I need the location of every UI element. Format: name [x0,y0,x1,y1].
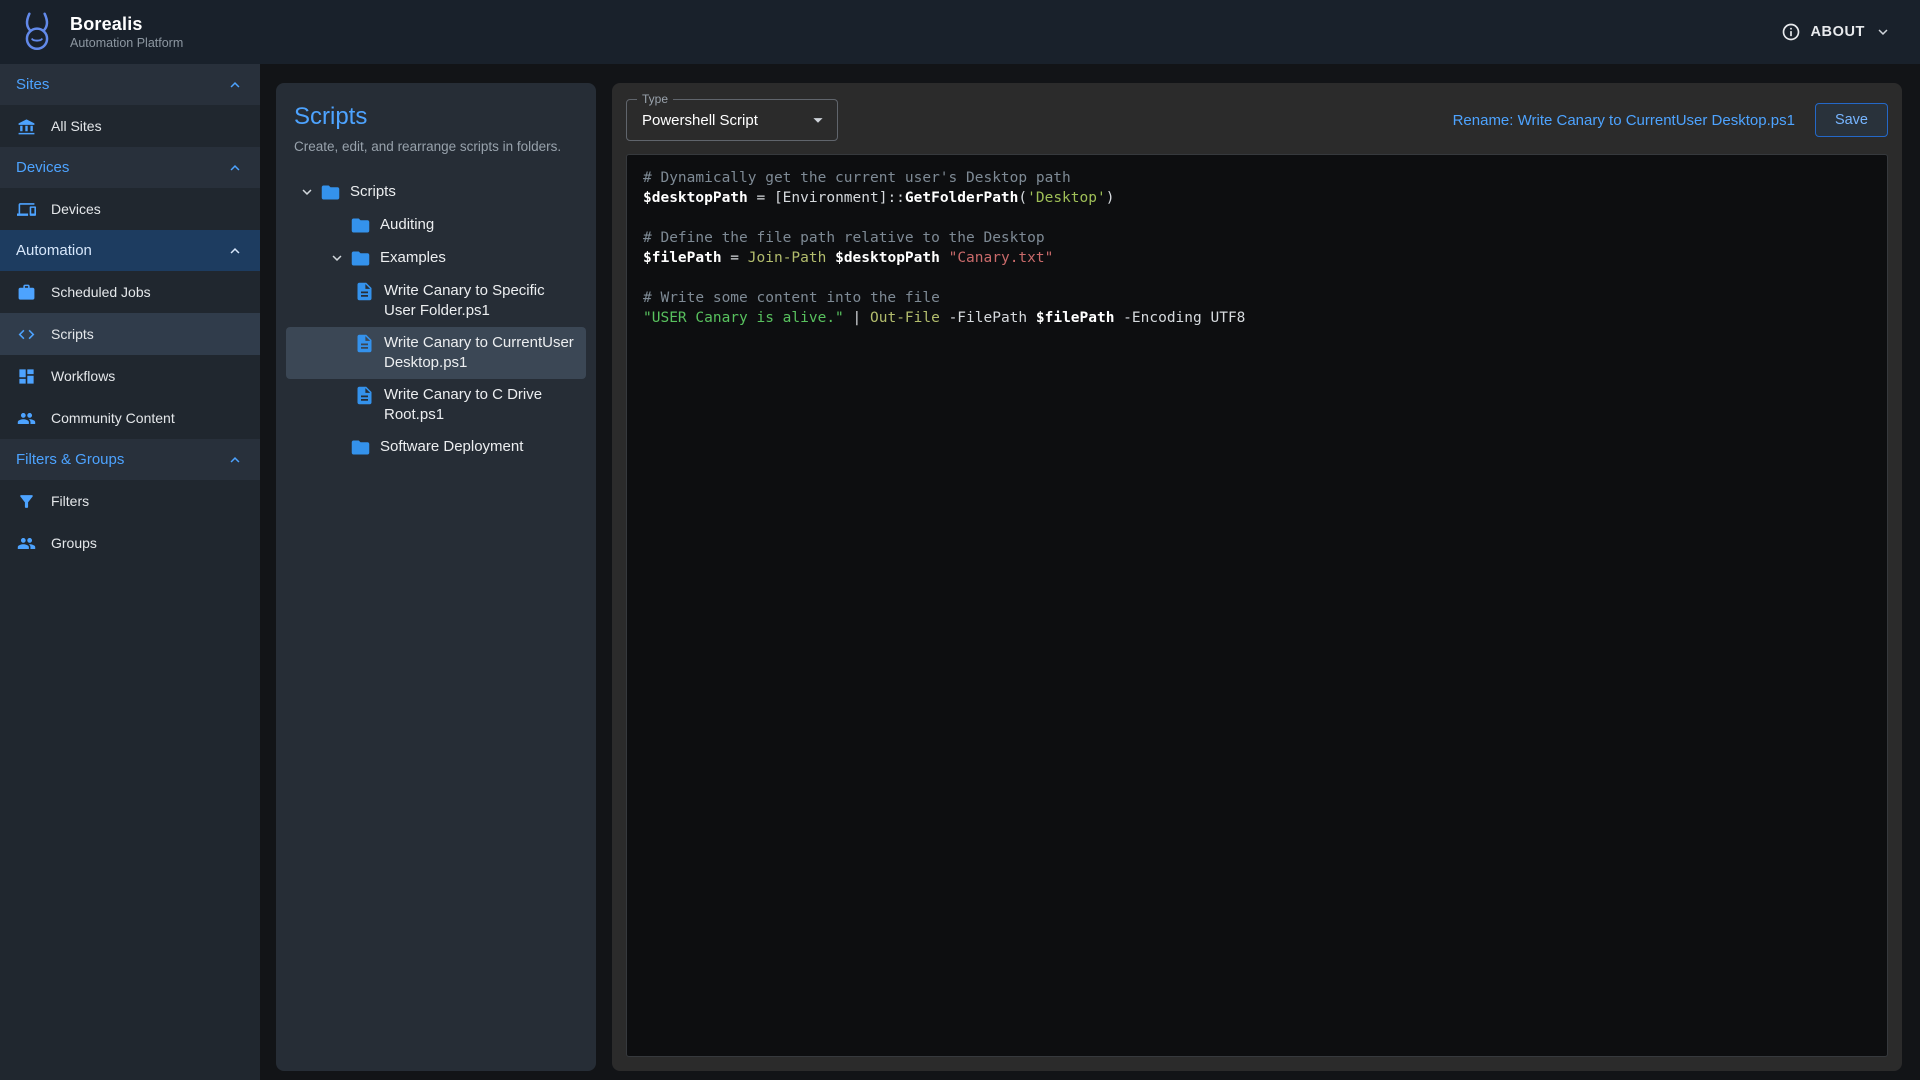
sidebar-item-filters[interactable]: Filters [0,480,260,522]
sidebar-item-label: Community Content [51,410,175,426]
section-header-automation[interactable]: Automation [0,230,260,271]
script-type-select[interactable]: Type Powershell Script [626,99,838,141]
select-arrow-icon [807,109,829,131]
section-label: Sites [16,76,49,93]
rename-link[interactable]: Rename: Write Canary to CurrentUser Desk… [1453,112,1795,129]
code-line: "USER Canary is alive." | Out-File -File… [627,308,1887,328]
tree-item-label: Scripts [350,182,396,202]
sidebar-item-community-content[interactable]: Community Content [0,397,260,439]
borealis-logo [14,9,60,55]
scripts-tree: Scripts Auditing Examples Write Canary to S… [286,176,586,464]
topbar: Borealis Automation Platform ABOUT [0,0,1920,64]
sidebar-item-label: Scripts [51,326,94,342]
scripts-panel: Scripts Create, edit, and rearrange scri… [276,83,596,1071]
sidebar-item-label: All Sites [51,118,102,134]
type-select-value: Powershell Script [642,112,758,129]
tree-file-write-canary-to-c-drive-root-ps1[interactable]: Write Canary to C Drive Root.ps1 [286,379,586,431]
folder-icon [320,182,341,203]
brand-title: Borealis [70,14,183,35]
code-line: # Dynamically get the current user's Des… [627,168,1887,188]
tree-file-write-canary-to-currentuser-desktop-ps1[interactable]: Write Canary to CurrentUser Desktop.ps1 [286,327,586,379]
about-menu[interactable]: ABOUT [1781,22,1892,42]
sidebar-item-label: Groups [51,535,97,551]
folder-icon [350,437,371,458]
sidebar-item-all-sites[interactable]: All Sites [0,105,260,147]
chevron-down-icon[interactable] [294,182,320,202]
sidebar-item-scheduled-jobs[interactable]: Scheduled Jobs [0,271,260,313]
tree-item-label: Write Canary to CurrentUser Desktop.ps1 [384,333,580,373]
section-label: Automation [16,242,92,259]
section-header-devices[interactable]: Devices [0,147,260,188]
content-area: Scripts Create, edit, and rearrange scri… [260,64,1920,1080]
chevron-up-icon [226,242,244,260]
tree-folder-examples[interactable]: Examples [286,242,586,275]
scripts-panel-title: Scripts [294,103,578,131]
tree-item-label: Examples [380,248,446,268]
main-layout: Sites All Sites Devices Devices Automation Sc… [0,64,1920,1080]
brand-text: Borealis Automation Platform [70,14,183,50]
sidebar-item-label: Devices [51,201,101,217]
code-line: # Write some content into the file [627,288,1887,308]
code-editor[interactable]: # Dynamically get the current user's Des… [626,154,1888,1057]
tree-file-write-canary-to-specific-user-folder-ps1[interactable]: Write Canary to Specific User Folder.ps1 [286,275,586,327]
info-icon [1781,22,1801,42]
sidebar-item-groups[interactable]: Groups [0,522,260,564]
chevron-slot [324,437,350,457]
file-icon [354,385,375,406]
chevron-down-icon[interactable] [324,248,350,268]
sidebar-item-devices[interactable]: Devices [0,188,260,230]
tree-item-label: Auditing [380,215,434,235]
file-icon [354,281,375,302]
file-icon [354,333,375,354]
groups-icon [17,534,36,553]
save-button[interactable]: Save [1815,103,1888,137]
sidebar-nav: Sites All Sites Devices Devices Automation Sc… [0,64,260,1080]
chevron-up-icon [226,76,244,94]
filter-icon [17,492,36,511]
editor-panel: Type Powershell Script Rename: Write Can… [612,83,1902,1071]
bank-icon [17,117,36,136]
folder-icon [350,248,371,269]
chevron-slot [324,215,350,235]
people-icon [17,409,36,428]
type-select-label: Type [637,92,673,106]
code-line: $filePath = Join-Path $desktopPath "Cana… [627,248,1887,268]
sidebar-item-label: Filters [51,493,89,509]
sidebar-item-label: Workflows [51,368,115,384]
editor-toolbar: Type Powershell Script Rename: Write Can… [626,99,1888,141]
code-line: # Define the file path relative to the D… [627,228,1887,248]
section-header-sites[interactable]: Sites [0,64,260,105]
code-line [627,208,1887,228]
brand: Borealis Automation Platform [14,9,183,55]
sidebar-item-workflows[interactable]: Workflows [0,355,260,397]
code-line: $desktopPath = [Environment]::GetFolderP… [627,188,1887,208]
devices-icon [17,200,36,219]
tree-item-label: Write Canary to C Drive Root.ps1 [384,385,580,425]
section-header-filters-groups[interactable]: Filters & Groups [0,439,260,480]
scripts-panel-subtitle: Create, edit, and rearrange scripts in f… [294,139,578,154]
chevron-up-icon [226,159,244,177]
sidebar-item-label: Scheduled Jobs [51,284,151,300]
briefcase-icon [17,283,36,302]
code-icon [17,325,36,344]
tree-item-label: Write Canary to Specific User Folder.ps1 [384,281,580,321]
sidebar-item-scripts[interactable]: Scripts [0,313,260,355]
section-label: Filters & Groups [16,451,124,468]
chevron-down-icon [1874,23,1892,41]
dashboard-icon [17,367,36,386]
about-label: ABOUT [1810,24,1865,40]
folder-icon [350,215,371,236]
section-label: Devices [16,159,69,176]
brand-subtitle: Automation Platform [70,36,183,50]
tree-folder-scripts[interactable]: Scripts [286,176,586,209]
tree-folder-auditing[interactable]: Auditing [286,209,586,242]
chevron-up-icon [226,451,244,469]
code-line [627,268,1887,288]
tree-folder-software-deployment[interactable]: Software Deployment [286,431,586,464]
tree-item-label: Software Deployment [380,437,523,457]
